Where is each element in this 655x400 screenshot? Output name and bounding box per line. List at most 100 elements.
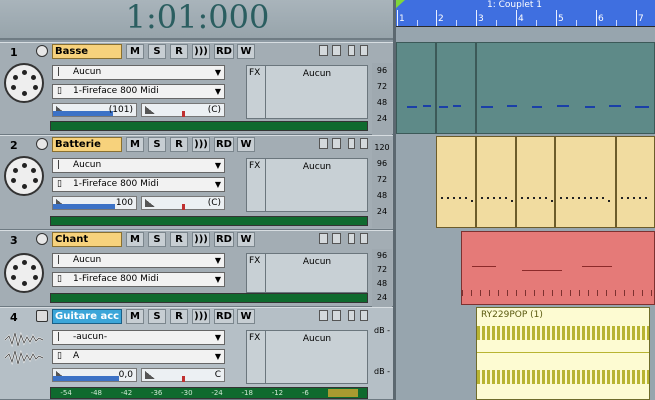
fx-label: FX [249,256,261,266]
input-value: Aucun [73,160,102,170]
output-value: 1-Fireface 800 Midi [73,179,159,189]
input-select[interactable]: | Aucun ▼ [52,158,225,173]
bar-label: 5 [558,14,564,24]
mute-button[interactable]: M [126,309,144,324]
menu-icon[interactable] [319,45,328,56]
fx-bin[interactable]: FX Aucun [246,253,368,293]
track-basse[interactable]: 1 Basse M S R ))) RD W | Aucun ▼ ▯ 1-Firefa… [0,42,393,135]
fx-slot[interactable]: Aucun [265,254,368,292]
record-arm-button[interactable]: R [170,309,188,324]
strip-icon[interactable] [332,233,341,244]
maximize-icon[interactable] [360,138,368,149]
automation-write-button[interactable]: W [237,232,255,247]
track-chant[interactable]: 3 Chant M S R ))) RD W | Aucun ▼ ▯ 1-Firefa… [0,230,393,307]
input-echo-button[interactable]: ))) [192,44,210,59]
loop-start-flag[interactable] [395,0,405,9]
time-display[interactable]: 1:01:000 [0,0,395,38]
drum-clip[interactable] [616,136,655,228]
bass-clip[interactable] [396,42,436,134]
input-value: Aucun [73,255,102,265]
bass-clip[interactable] [436,42,476,134]
track-name[interactable]: Batterie [52,137,122,152]
mute-button[interactable]: M [126,232,144,247]
fx-bin[interactable]: FX Aucun [246,65,368,119]
track-name[interactable]: Basse [52,44,122,59]
automation-read-button[interactable]: RD [214,232,234,247]
note-scale: 96 72 48 24 [372,63,392,135]
automation-write-button[interactable]: W [237,137,255,152]
track-batterie[interactable]: 2 Batterie M S R ))) RD W | Aucun ▼ ▯ 1-Fir… [0,135,393,230]
mute-button[interactable]: M [126,44,144,59]
fx-bin[interactable]: FX Aucun [246,158,368,212]
automation-write-button[interactable]: W [237,309,255,324]
input-echo-button[interactable]: ))) [192,137,210,152]
drum-clip[interactable] [516,136,555,228]
section-marker[interactable]: 1: Couplet 1 [477,0,542,12]
midi-connector-icon [4,253,44,293]
output-value: 1-Fireface 800 Midi [73,86,159,96]
record-arm-button[interactable]: R [170,232,188,247]
volume-slider[interactable]: 0,0 [52,368,137,382]
audio-waveform-icon [4,331,44,366]
solo-button[interactable]: S [148,232,166,247]
minimize-icon[interactable] [348,233,355,244]
record-arm-button[interactable]: R [170,44,188,59]
pan-slider[interactable]: (C) [141,103,225,117]
fx-slot[interactable]: Aucun [265,66,368,118]
solo-button[interactable]: S [148,44,166,59]
output-select[interactable]: ▯ 1-Fireface 800 Midi ▼ [52,84,225,99]
maximize-icon[interactable] [360,310,368,321]
record-arm-button[interactable]: R [170,137,188,152]
output-select[interactable]: ▯ A ▼ [52,349,225,364]
mute-button[interactable]: M [126,137,144,152]
automation-read-button[interactable]: RD [214,309,234,324]
fx-slot[interactable]: Aucun [265,159,368,211]
level-meter [50,121,368,131]
input-echo-button[interactable]: ))) [192,309,210,324]
minimize-icon[interactable] [348,310,355,321]
track-name[interactable]: Guitare acc [52,309,122,324]
vocal-clip[interactable] [461,231,655,305]
menu-icon[interactable] [319,310,328,321]
track-name[interactable]: Chant [52,232,122,247]
drum-clip[interactable] [476,136,516,228]
input-echo-button[interactable]: ))) [192,232,210,247]
level-meter: -54 -48 -42 -36 -30 -24 -18 -12 -6 [50,387,368,399]
drum-clip[interactable] [436,136,476,228]
bar-label: 7 [638,14,644,24]
automation-read-button[interactable]: RD [214,44,234,59]
maximize-icon[interactable] [360,45,368,56]
menu-icon[interactable] [319,233,328,244]
minimize-icon[interactable] [348,138,355,149]
solo-button[interactable]: S [148,137,166,152]
menu-icon[interactable] [319,138,328,149]
bar-label: 3 [478,14,484,24]
minimize-icon[interactable] [348,45,355,56]
strip-icon[interactable] [332,310,341,321]
volume-value: (101) [108,105,133,115]
automation-read-button[interactable]: RD [214,137,234,152]
input-select[interactable]: | Aucun ▼ [52,253,225,268]
pan-slider[interactable]: (C) [141,196,225,210]
maximize-icon[interactable] [360,233,368,244]
volume-slider[interactable]: 100 [52,196,137,210]
output-select[interactable]: ▯ 1-Fireface 800 Midi ▼ [52,272,225,287]
strip-icon[interactable] [332,45,341,56]
solo-button[interactable]: S [148,309,166,324]
output-select[interactable]: ▯ 1-Fireface 800 Midi ▼ [52,177,225,192]
input-select[interactable]: | -aucun- ▼ [52,330,225,345]
volume-slider[interactable]: (101) [52,103,137,117]
input-select[interactable]: | Aucun ▼ [52,65,225,80]
midi-connector-icon [4,63,44,103]
audio-clip[interactable]: RY229POP (1) [476,307,650,400]
track-guitare-acc[interactable]: 4 Guitare acc M S R ))) RD W | -aucun- ▼ ▯… [0,307,393,400]
bass-clip[interactable] [476,42,655,134]
fx-slot[interactable]: Aucun [265,331,368,383]
midi-connector-icon [4,156,44,196]
automation-write-button[interactable]: W [237,44,255,59]
output-value: 1-Fireface 800 Midi [73,274,159,284]
drum-clip[interactable] [555,136,616,228]
fx-bin[interactable]: FX Aucun [246,330,368,384]
strip-icon[interactable] [332,138,341,149]
pan-slider[interactable]: C [141,368,225,382]
